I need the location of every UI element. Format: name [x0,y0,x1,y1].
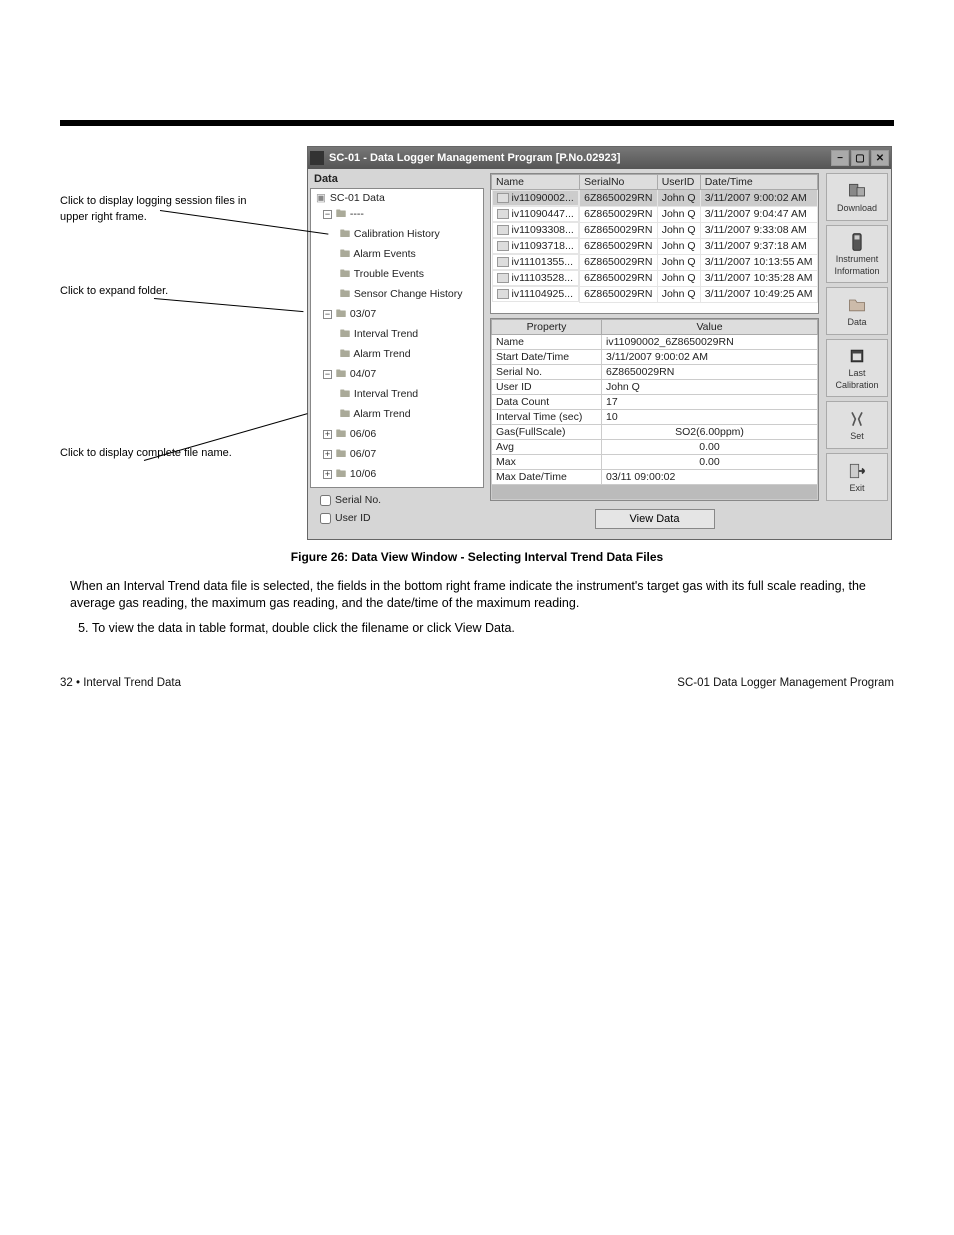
col-datetime[interactable]: Date/Time [700,175,817,190]
app-window: SC-01 - Data Logger Management Program [… [307,146,892,540]
tree-folder-0606[interactable]: 06/06 [350,428,376,440]
callout-2-text: Click to expand folder. [60,284,230,300]
footer-left: 32 • Interval Trend Data [60,677,181,689]
folder-icon [846,295,868,315]
instrument-icon [846,232,868,252]
maximize-button[interactable]: ▢ [851,150,869,166]
list-row[interactable]: iv11090002...6Z8650029RNJohn Q3/11/2007 … [492,190,818,207]
tree-calibration-history[interactable]: Calibration History [354,228,440,240]
file-icon [497,193,509,203]
col-serial[interactable]: SerialNo [580,175,658,190]
list-row[interactable]: iv11090447...6Z8650029RNJohn Q3/11/2007 … [492,206,818,222]
data-frame-label: Data [314,173,484,185]
col-value: Value [602,319,818,334]
tree-interval-trend-0307[interactable]: Interval Trend [354,328,418,340]
last-calibration-button[interactable]: Last Calibration [826,339,888,397]
view-data-button[interactable]: View Data [595,509,715,529]
file-icon [497,241,509,251]
folder-tree[interactable]: ▣ SC-01 Data −🖿 ---- 🖿 Calibration Histo… [310,188,484,488]
body-paragraph: When an Interval Trend data file is sele… [70,578,884,613]
file-icon [497,273,509,283]
tools-icon [846,409,868,429]
close-button[interactable]: ✕ [871,150,889,166]
title-bar: SC-01 - Data Logger Management Program [… [308,147,891,169]
session-file-list[interactable]: Name SerialNo UserID Date/Time iv1109000… [490,173,819,314]
data-button[interactable]: Data [826,287,888,335]
file-icon [497,257,509,267]
step-5: To view the data in table format, double… [92,619,884,637]
tree-folder-0607[interactable]: 06/07 [350,448,376,460]
file-icon [497,289,509,299]
file-icon [497,225,509,235]
serial-no-checkbox[interactable]: Serial No. [320,494,484,506]
tree-untitled-folder[interactable]: ---- [350,208,364,220]
download-icon [846,181,868,201]
footer-right: SC-01 Data Logger Management Program [677,677,894,689]
file-icon [497,209,509,219]
tree-trouble-events[interactable]: Trouble Events [354,268,424,280]
tree-sensor-change-history[interactable]: Sensor Change History [354,288,463,300]
list-row[interactable]: iv11093718...6Z8650029RNJohn Q3/11/2007 … [492,238,818,254]
tree-folder-1006[interactable]: 10/06 [350,468,376,480]
figure-caption: Figure 26: Data View Window - Selecting … [70,550,884,564]
property-table: PropertyValue Nameiv11090002_6Z8650029RN… [490,318,819,501]
instrument-info-button[interactable]: Instrument Information [826,225,888,283]
exit-button[interactable]: Exit [826,453,888,501]
list-row[interactable]: iv11093308...6Z8650029RNJohn Q3/11/2007 … [492,222,818,238]
tree-root[interactable]: SC-01 Data [330,192,385,204]
col-user[interactable]: UserID [657,175,700,190]
page-rule [60,120,894,126]
set-button[interactable]: Set [826,401,888,449]
tree-interval-trend-0407[interactable]: Interval Trend [354,388,418,400]
tree-folder-0307[interactable]: 03/07 [350,308,376,320]
col-property: Property [492,319,602,334]
window-title: SC-01 - Data Logger Management Program [… [329,152,620,164]
tree-alarm-trend-0307[interactable]: Alarm Trend [353,348,410,360]
tree-alarm-trend-0407[interactable]: Alarm Trend [353,408,410,420]
calendar-icon [846,346,868,366]
callout-3-text: Click to display complete file name. [60,446,260,462]
minimize-button[interactable]: − [831,150,849,166]
tree-alarm-events[interactable]: Alarm Events [353,248,415,260]
exit-icon [846,461,868,481]
download-button[interactable]: Download [826,173,888,221]
app-icon [310,151,324,165]
col-name[interactable]: Name [492,175,580,190]
user-id-checkbox[interactable]: User ID [320,512,484,524]
tree-folder-0407[interactable]: 04/07 [350,368,376,380]
list-row[interactable]: iv11101355...6Z8650029RNJohn Q3/11/2007 … [492,254,818,270]
list-row[interactable]: iv11103528...6Z8650029RNJohn Q3/11/2007 … [492,270,818,286]
right-button-bar: Download Instrument Information Data Las… [823,169,891,539]
list-row[interactable]: iv11104925...6Z8650029RNJohn Q3/11/2007 … [492,286,818,302]
